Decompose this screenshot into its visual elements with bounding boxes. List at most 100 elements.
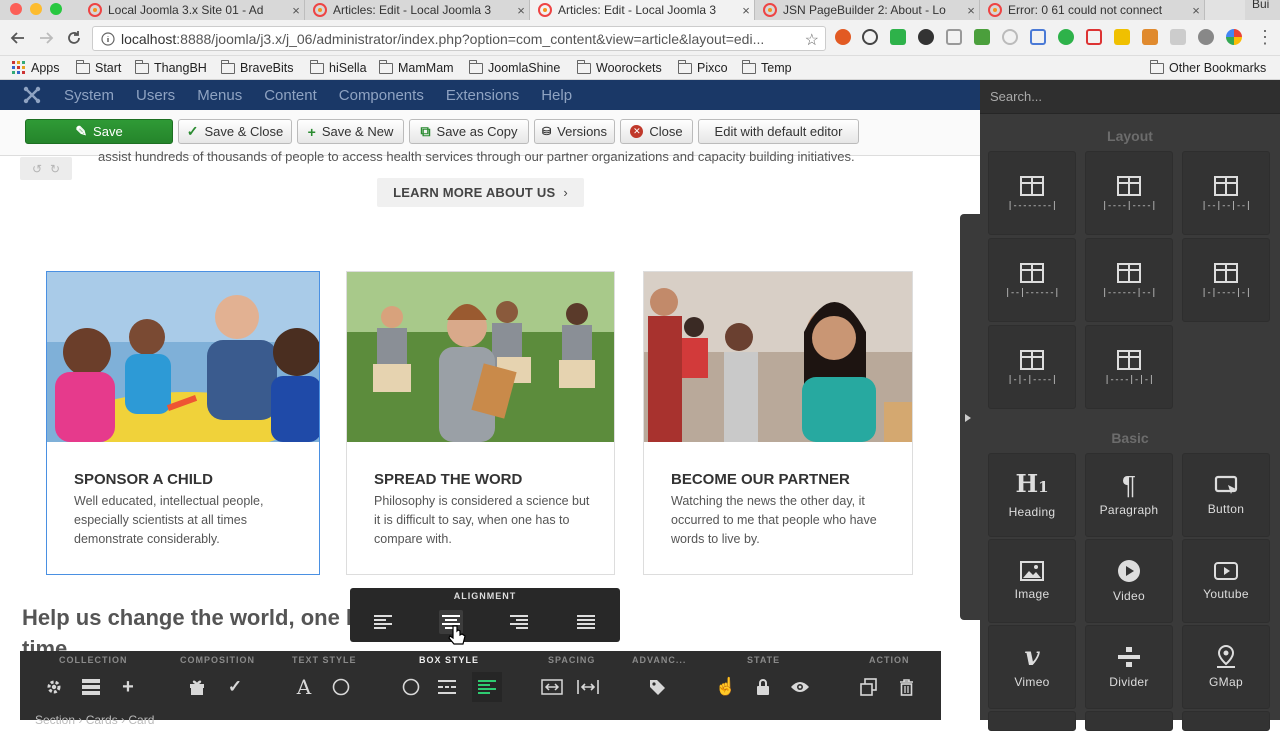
save-as-copy-button[interactable]: ⧉ Save as Copy	[409, 119, 529, 144]
extension-icon[interactable]	[918, 29, 934, 45]
screenshot-icon[interactable]	[1030, 29, 1046, 45]
menu-system[interactable]: System	[64, 87, 114, 104]
chrome-extension-icon[interactable]	[1226, 29, 1242, 45]
url-bar[interactable]: localhost:8888/joomla/j3.x/j_06/administ…	[92, 26, 826, 51]
hand-pointer-icon[interactable]: ☝	[715, 676, 737, 698]
bookmark-folder[interactable]: Pixco	[677, 59, 728, 77]
width-icon[interactable]	[541, 676, 563, 698]
align-justify-icon[interactable]	[574, 610, 598, 634]
browser-tab[interactable]: Local Joomla 3.x Site 01 - Ad ×	[80, 0, 305, 20]
extension-icon[interactable]	[1114, 29, 1130, 45]
text-style-icon[interactable]: A	[293, 675, 315, 699]
info-icon[interactable]	[99, 31, 117, 46]
tab-close-icon[interactable]: ×	[288, 3, 304, 18]
tab-close-icon[interactable]: ×	[738, 3, 754, 18]
duplicate-icon[interactable]	[858, 676, 880, 698]
menu-content[interactable]: Content	[264, 87, 317, 104]
bookmark-apps[interactable]: Apps	[12, 59, 60, 77]
checkmark-icon[interactable]: ✓	[224, 676, 246, 698]
border-radius-icon[interactable]	[400, 676, 422, 698]
back-arrow-icon[interactable]	[8, 28, 28, 48]
card-become-our-partner[interactable]: BECOME OUR PARTNER Watching the news the…	[643, 271, 913, 575]
menu-users[interactable]: Users	[136, 87, 175, 104]
bookmark-folder[interactable]: Woorockets	[576, 59, 662, 77]
tag-icon[interactable]	[646, 676, 668, 698]
add-icon[interactable]: +	[117, 676, 139, 698]
extension-icon[interactable]	[1086, 29, 1102, 45]
extension-icon[interactable]	[974, 29, 990, 45]
align-right-icon[interactable]	[507, 610, 531, 634]
layout-tile[interactable]: |--|--|--|	[1182, 151, 1270, 235]
paragraph-element-tile[interactable]: ¶ Paragraph	[1085, 453, 1173, 537]
layout-tile[interactable]: |------|--|	[1085, 238, 1173, 322]
extension-icon[interactable]	[862, 29, 878, 45]
element-search-input[interactable]: Search...	[980, 80, 1280, 114]
browser-tab-active[interactable]: Articles: Edit - Local Joomla 3 ×	[530, 0, 755, 20]
bookmark-star-icon[interactable]: ☆	[805, 30, 819, 50]
other-bookmarks[interactable]: Other Bookmarks	[1149, 59, 1266, 77]
bookmark-folder[interactable]: hiSella	[309, 59, 367, 77]
bookmark-folder[interactable]: MamMam	[378, 59, 454, 77]
menu-extensions[interactable]: Extensions	[446, 87, 519, 104]
align-left-icon[interactable]	[371, 610, 395, 634]
edit-with-default-editor-button[interactable]: Edit with default editor	[698, 119, 859, 144]
circle-outline-icon[interactable]	[330, 676, 352, 698]
maximize-window-dot[interactable]	[50, 3, 62, 15]
extension-icon[interactable]	[1170, 29, 1186, 45]
menu-components[interactable]: Components	[339, 87, 424, 104]
menu-menus[interactable]: Menus	[197, 87, 242, 104]
settings-gear-icon[interactable]	[43, 676, 65, 698]
layout-tile[interactable]: |--------|	[988, 151, 1076, 235]
joomla-logo-icon[interactable]	[0, 80, 64, 110]
video-element-tile[interactable]: Video	[1085, 539, 1173, 623]
card-spread-the-word[interactable]: SPREAD THE WORD Philosophy is considered…	[346, 271, 615, 575]
extension-icon[interactable]	[1002, 29, 1018, 45]
extension-icon[interactable]	[890, 29, 906, 45]
eye-icon[interactable]	[789, 676, 811, 698]
sidebar-collapse-handle[interactable]	[960, 214, 980, 620]
extension-icon[interactable]	[1058, 29, 1074, 45]
forward-arrow-icon[interactable]	[36, 28, 56, 48]
extension-icon[interactable]	[1142, 29, 1158, 45]
trash-icon[interactable]	[895, 676, 917, 698]
versions-button[interactable]: ⛁ Versions	[534, 119, 615, 144]
bookmark-folder[interactable]: Start	[75, 59, 121, 77]
lock-icon[interactable]	[752, 676, 774, 698]
save-close-button[interactable]: ✓ Save & Close	[178, 119, 292, 144]
card-sponsor-a-child[interactable]: SPONSOR A CHILD Well educated, intellect…	[46, 271, 320, 575]
vimeo-element-tile[interactable]: v Vimeo	[988, 625, 1076, 709]
list-stack-icon[interactable]	[80, 676, 102, 698]
bookmark-folder[interactable]: Temp	[741, 59, 792, 77]
bookmark-folder[interactable]: ThangBH	[134, 59, 207, 77]
extension-icon[interactable]	[835, 29, 851, 45]
save-new-button[interactable]: + Save & New	[297, 119, 404, 144]
element-tile[interactable]	[988, 711, 1076, 731]
youtube-element-tile[interactable]: Youtube	[1182, 539, 1270, 623]
spacing-icon[interactable]	[577, 676, 599, 698]
button-element-tile[interactable]: Button	[1182, 453, 1270, 537]
learn-more-button[interactable]: LEARN MORE ABOUT US ›	[377, 178, 584, 207]
bookmark-folder[interactable]: BraveBits	[220, 59, 294, 77]
heading-element-tile[interactable]: H1 Heading	[988, 453, 1076, 537]
save-button[interactable]: ✎ Save	[25, 119, 173, 144]
layout-tile[interactable]: |----|----|	[1085, 151, 1173, 235]
close-window-dot[interactable]	[10, 3, 22, 15]
layout-tile[interactable]: |-|----|-|	[1182, 238, 1270, 322]
tab-close-icon[interactable]: ×	[963, 3, 979, 18]
tab-close-icon[interactable]: ×	[513, 3, 529, 18]
divider-element-tile[interactable]: Divider	[1085, 625, 1173, 709]
menu-help[interactable]: Help	[541, 87, 572, 104]
redo-icon[interactable]: ↻	[50, 162, 60, 176]
image-element-tile[interactable]: Image	[988, 539, 1076, 623]
browser-tab[interactable]: Error: 0 61 could not connect ×	[980, 0, 1205, 20]
gift-icon[interactable]	[186, 676, 208, 698]
menu-dots-icon[interactable]: ⋮	[1256, 27, 1274, 48]
browser-tab[interactable]: Articles: Edit - Local Joomla 3 ×	[305, 0, 530, 20]
rss-icon[interactable]	[946, 29, 962, 45]
layout-tile[interactable]: |--|------|	[988, 238, 1076, 322]
reload-icon[interactable]	[64, 28, 84, 48]
browser-tab[interactable]: JSN PageBuilder 2: About - Lo ×	[755, 0, 980, 20]
new-tab-button[interactable]	[1205, 0, 1245, 20]
border-style-icon[interactable]	[436, 676, 458, 698]
camera-icon[interactable]	[1198, 29, 1214, 45]
